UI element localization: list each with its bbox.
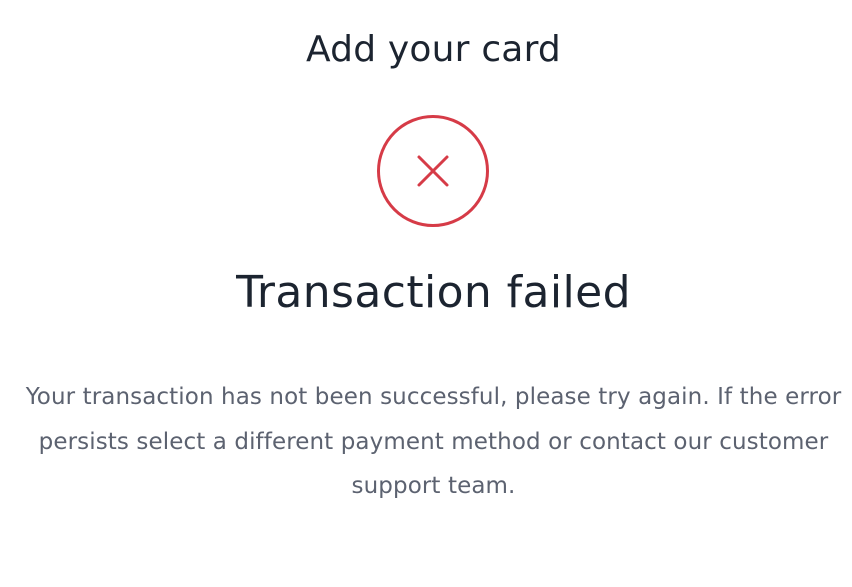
page-title: Add your card bbox=[305, 29, 561, 70]
error-x-icon bbox=[377, 115, 489, 227]
error-circle-graphic bbox=[377, 115, 489, 227]
transaction-status-title: Transaction failed bbox=[236, 267, 631, 318]
transaction-error-message: Your transaction has not been successful… bbox=[25, 384, 842, 499]
